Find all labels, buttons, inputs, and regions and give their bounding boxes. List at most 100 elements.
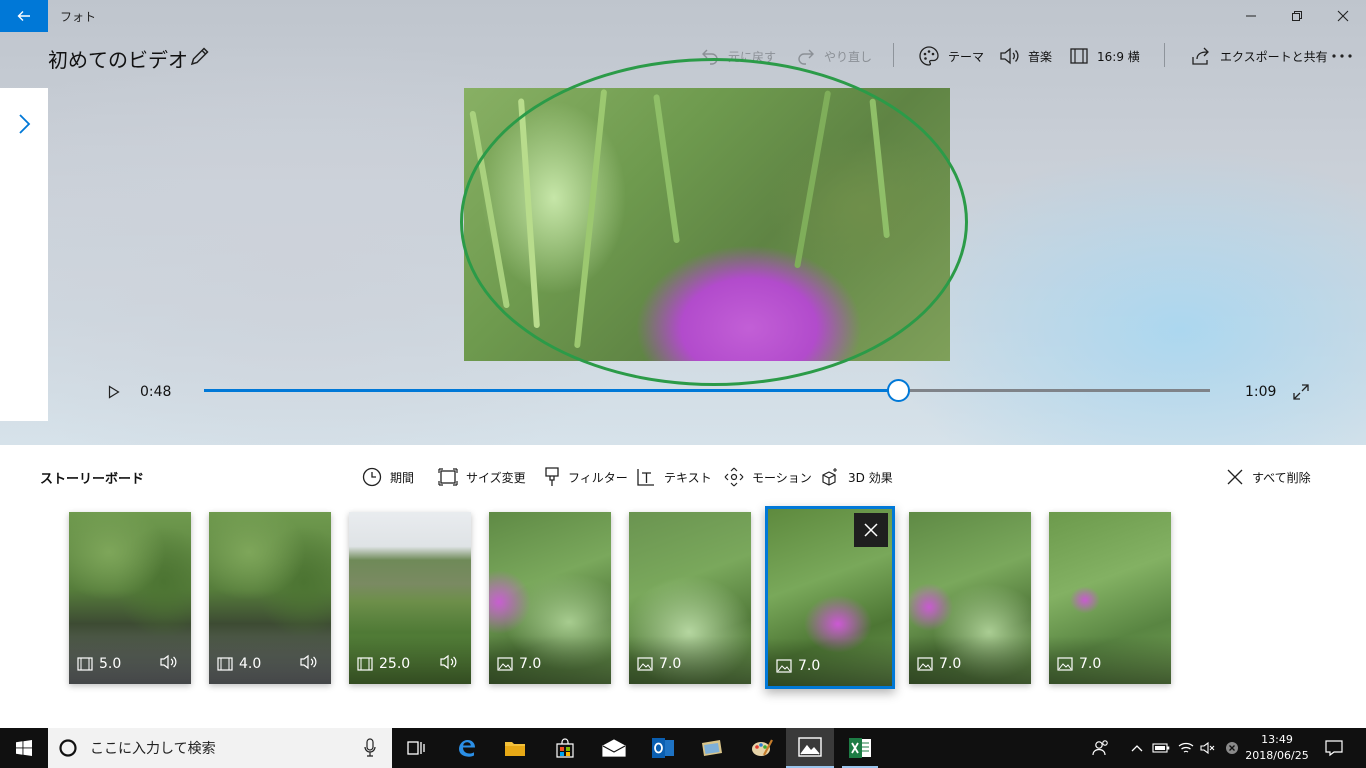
side-panel-toggle[interactable] <box>0 88 48 421</box>
wifi-button[interactable] <box>1176 728 1196 768</box>
show-hidden-icons-button[interactable] <box>1128 728 1146 768</box>
clip-duration-value: 7.0 <box>798 658 821 674</box>
aspect-ratio-label: 16:9 横 <box>1097 49 1140 64</box>
fullscreen-icon[interactable] <box>1292 383 1310 401</box>
play-button[interactable] <box>104 382 124 402</box>
taskbar-clock[interactable]: 13:49 2018/06/25 <box>1244 732 1310 764</box>
clock-date: 2018/06/25 <box>1245 749 1309 762</box>
toolbar-divider <box>1164 43 1165 67</box>
audio-icon[interactable] <box>439 654 459 670</box>
restore-button[interactable] <box>1274 0 1320 32</box>
pencil-edit-icon[interactable] <box>188 44 212 68</box>
clip-duration: 7.0 <box>917 656 961 672</box>
annotation-ellipse <box>460 58 968 386</box>
file-explorer-button[interactable] <box>491 728 539 768</box>
storyboard-clip-selected[interactable]: 7.0 <box>765 506 895 689</box>
storyboard-clip[interactable]: 25.0 <box>349 512 471 684</box>
paint-palette-icon <box>752 739 773 756</box>
export-share-button[interactable]: エクスポートと共有 <box>1190 44 1328 68</box>
clip-duration-value: 25.0 <box>379 656 411 672</box>
theme-label: テーマ <box>948 49 985 64</box>
resize-button[interactable]: サイズ変更 <box>438 465 526 489</box>
search-placeholder: ここに入力して検索 <box>90 741 216 757</box>
edge-icon <box>459 740 475 757</box>
clip-duration-value: 7.0 <box>939 656 962 672</box>
motion-button[interactable]: モーション <box>724 465 812 489</box>
battery-button[interactable] <box>1150 728 1172 768</box>
people-button[interactable] <box>1090 728 1112 768</box>
storyboard-clip[interactable]: 7.0 <box>909 512 1031 684</box>
restore-icon <box>1292 11 1302 21</box>
filter-label: フィルター <box>568 470 628 485</box>
storyboard-clip[interactable]: 7.0 <box>489 512 611 684</box>
cube-sparkle-icon <box>822 468 837 486</box>
more-options-button[interactable] <box>1330 44 1362 68</box>
clip-duration-value: 7.0 <box>519 656 542 672</box>
paint-button[interactable] <box>738 728 786 768</box>
outlook-button[interactable] <box>639 728 687 768</box>
audio-icon[interactable] <box>159 654 179 670</box>
storyboard-clip[interactable]: 5.0 <box>69 512 191 684</box>
notification-status-button[interactable] <box>1222 728 1242 768</box>
duration-button[interactable]: 期間 <box>362 465 414 489</box>
mail-button[interactable] <box>590 728 638 768</box>
resize-icon <box>438 468 458 486</box>
back-button[interactable] <box>0 0 48 32</box>
close-button[interactable] <box>1320 0 1366 32</box>
storyboard-clip[interactable]: 7.0 <box>1049 512 1171 684</box>
microphone-icon[interactable] <box>364 738 376 758</box>
taskbar-search-box[interactable]: ここに入力して検索 <box>48 728 392 768</box>
3d-effects-button[interactable]: 3D 効果 <box>820 465 893 489</box>
clock-icon <box>362 467 382 487</box>
storyboard-title: ストーリーボード <box>40 472 145 487</box>
seek-bar[interactable] <box>204 389 1210 392</box>
close-icon <box>1227 469 1243 485</box>
filter-button[interactable]: フィルター <box>544 465 628 489</box>
clip-duration-value: 4.0 <box>239 656 262 672</box>
photo-viewer-button[interactable] <box>688 728 736 768</box>
image-clip-icon <box>637 657 653 671</box>
delete-all-label: すべて削除 <box>1252 470 1311 485</box>
people-icon <box>1092 740 1108 756</box>
edge-browser-button[interactable] <box>442 728 490 768</box>
redo-icon <box>798 49 814 65</box>
delete-all-button[interactable]: すべて削除 <box>1226 465 1311 489</box>
action-center-button[interactable] <box>1320 728 1348 768</box>
excel-icon <box>849 738 871 758</box>
storyboard-clip[interactable]: 7.0 <box>629 512 751 684</box>
seek-thumb[interactable] <box>886 379 910 402</box>
speaker-icon <box>1000 47 1019 65</box>
start-button[interactable] <box>0 728 48 768</box>
title-bar: フォト <box>0 0 1366 32</box>
text-label: テキスト <box>664 470 712 485</box>
chevron-right-icon <box>19 114 31 134</box>
audio-icon[interactable] <box>299 654 319 670</box>
clip-duration: 7.0 <box>497 656 541 672</box>
more-icon <box>1332 54 1352 58</box>
excel-button[interactable] <box>836 728 884 768</box>
theme-button[interactable]: テーマ <box>918 44 984 68</box>
photo-viewer-icon <box>702 740 722 756</box>
total-time: 1:09 <box>1245 384 1277 400</box>
redo-button[interactable]: やり直し <box>796 44 872 68</box>
text-button[interactable]: テキスト <box>636 465 712 489</box>
photos-icon <box>798 737 822 757</box>
minimize-button[interactable] <box>1228 0 1274 32</box>
store-button[interactable] <box>541 728 589 768</box>
3d-effects-label: 3D 効果 <box>848 470 893 485</box>
aspect-ratio-button[interactable]: 16:9 横 <box>1069 44 1140 68</box>
photos-app-button[interactable] <box>786 728 834 768</box>
app-top-area: フォト 初めてのビデオ 元に戻す やり直し テーマ 音楽 16:9 横 エクスポ… <box>0 0 1366 445</box>
share-icon <box>1192 47 1209 65</box>
cortana-icon <box>59 739 77 757</box>
project-title[interactable]: 初めてのビデオ <box>48 44 188 73</box>
image-clip-icon <box>497 657 513 671</box>
task-view-button[interactable] <box>392 728 440 768</box>
remove-clip-button[interactable] <box>854 513 888 547</box>
clip-duration: 25.0 <box>357 656 410 672</box>
music-button[interactable]: 音楽 <box>998 44 1052 68</box>
volume-button[interactable] <box>1198 728 1218 768</box>
back-arrow-icon <box>17 11 30 21</box>
storyboard-panel: ストーリーボード 期間 サイズ変更 フィルター テキスト モーション 3D 効果… <box>0 445 1366 728</box>
storyboard-clip[interactable]: 4.0 <box>209 512 331 684</box>
